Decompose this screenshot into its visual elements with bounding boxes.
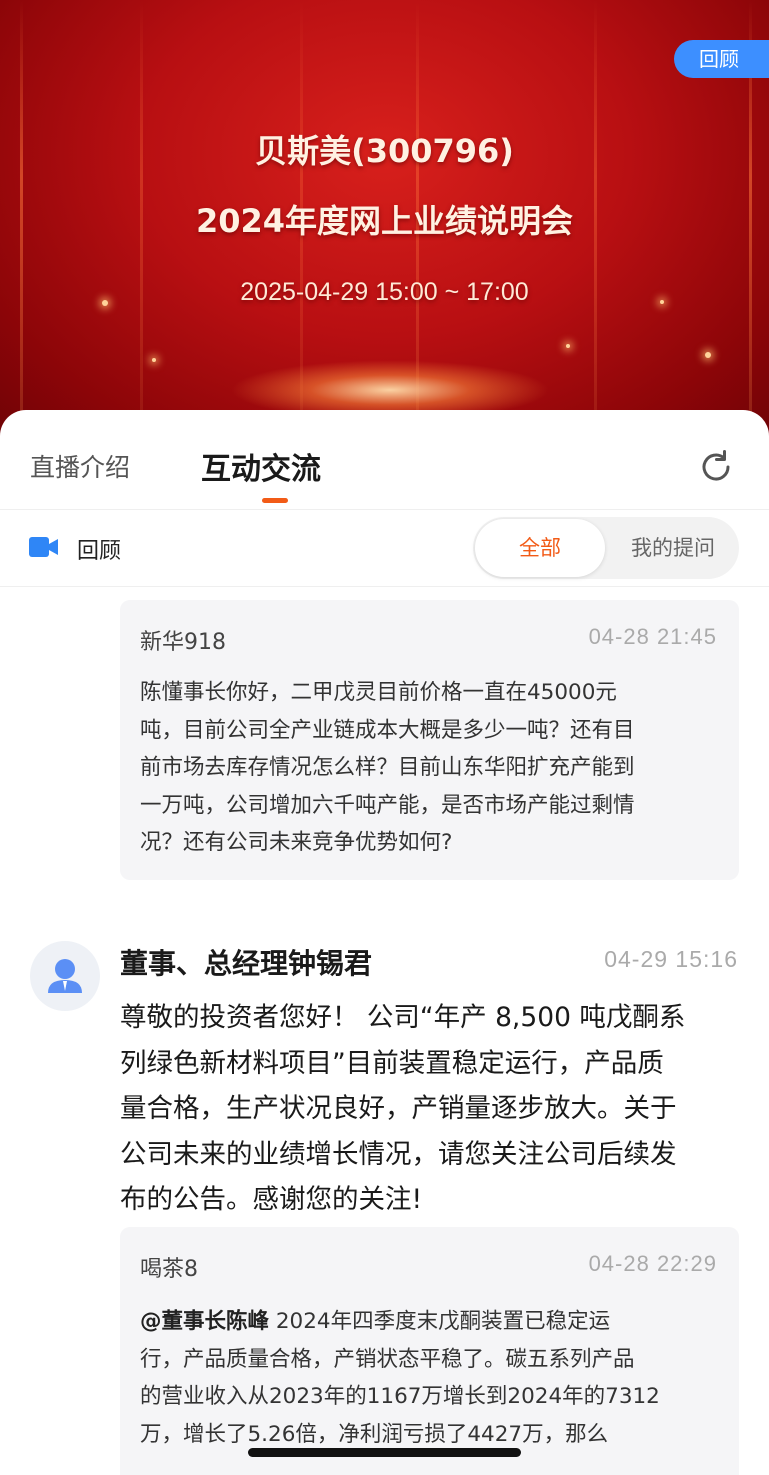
home-indicator[interactable] [248,1448,521,1457]
answer-line: 布的公告。感谢您的关注! [120,1184,423,1215]
question-line: 吨，目前公司全产业链成本大概是多少一吨？还有目 [140,717,635,743]
tab-live-intro[interactable]: 直播介绍 [30,448,130,484]
video-camera-icon [29,537,58,557]
question-line: 前市场去库存情况怎么样？目前山东华阳扩充产能到 [140,755,635,780]
refresh-icon[interactable] [697,448,735,486]
sparkle [566,344,570,348]
answer-line: 公司未来的业绩增长情况，请您关注公司后续发 [120,1138,677,1170]
answer-line: 量合格，生产状况良好，产销量逐步放大。关于 [120,1093,677,1124]
question-line: 一万吨，公司增加六千吨产能，是否市场产能过剩情 [140,792,635,818]
replay-badge[interactable]: 回顾 [674,40,769,78]
sparkle [152,358,156,362]
question-text: 陈懂事长你好，二甲戊灵目前价格一直在45000元 吨，目前公司全产业链成本大概是… [140,674,720,862]
question-time: 04-28 21:45 [588,624,717,649]
answer-text: 尊敬的投资者您好！ 公司“年产 8,500 吨戊酮系 列绿色新材料项目”目前装置… [120,995,725,1223]
question-user: 喝茶8 [140,1257,198,1282]
question-line-rest: 2024年四季度末戊酮装置已稳定运 [269,1309,611,1334]
quoted-question-card: 喝茶8 04-28 22:29 @董事长陈峰 2024年四季度末戊酮装置已稳定运… [120,1227,739,1475]
replay-filter-label[interactable]: 回顾 [77,533,121,565]
event-title: 2024年度网上业绩说明会 [195,202,574,240]
question-text: @董事长陈峰 2024年四季度末戊酮装置已稳定运 行，产品质量合格，产销状态平稳… [140,1303,720,1453]
question-line: 行，产品质量合格，产销状态平稳了。碳五系列产品 [140,1346,635,1372]
live-banner: 回顾 贝斯美(300796) 2024年度网上业绩说明会 2025-04-29 … [0,0,769,440]
question-user: 新华918 [140,630,226,655]
question-line: @董事长陈峰 2024年四季度末戊酮装置已稳定运 [140,1303,720,1341]
sparkle [705,352,711,358]
user-avatar-icon [30,941,100,1011]
active-tab-indicator [262,498,288,503]
tab-interaction[interactable]: 互动交流 [201,444,321,488]
mention-tag[interactable]: @董事长陈峰 [140,1309,269,1334]
answer-line: 列绿色新材料项目”目前装置稳定运行，产品质 [120,1047,664,1079]
answer-time: 04-29 15:16 [604,946,738,972]
event-company-title: 贝斯美(300796) [255,132,514,170]
question-card: 新华918 04-28 21:45 陈懂事长你好，二甲戊灵目前价格一直在4500… [120,600,739,880]
question-time: 04-28 22:29 [588,1251,717,1276]
answer-author: 董事、总经理钟锡君 [120,947,373,980]
question-line: 陈懂事长你好，二甲戊灵目前价格一直在45000元 [140,680,617,705]
filter-all-button[interactable]: 全部 [475,519,605,577]
filter-my-questions-button[interactable]: 我的提问 [609,519,737,577]
content-sheet: 直播介绍 互动交流 回顾 全部 我的提问 新华918 04-28 21:45 陈… [0,410,769,1475]
question-line: 况？还有公司未来竞争优势如何? [140,830,453,855]
event-time-range: 2025-04-29 15:00 ~ 17:00 [240,278,529,306]
question-line: 的营业收入从2023年的1167万增长到2024年的7312 [140,1384,660,1409]
answer-line: 尊敬的投资者您好！ 公司“年产 8,500 吨戊酮系 [120,1002,686,1033]
question-filter-toggle: 全部 我的提问 [473,517,739,579]
tab-bar: 直播介绍 互动交流 [0,410,769,510]
